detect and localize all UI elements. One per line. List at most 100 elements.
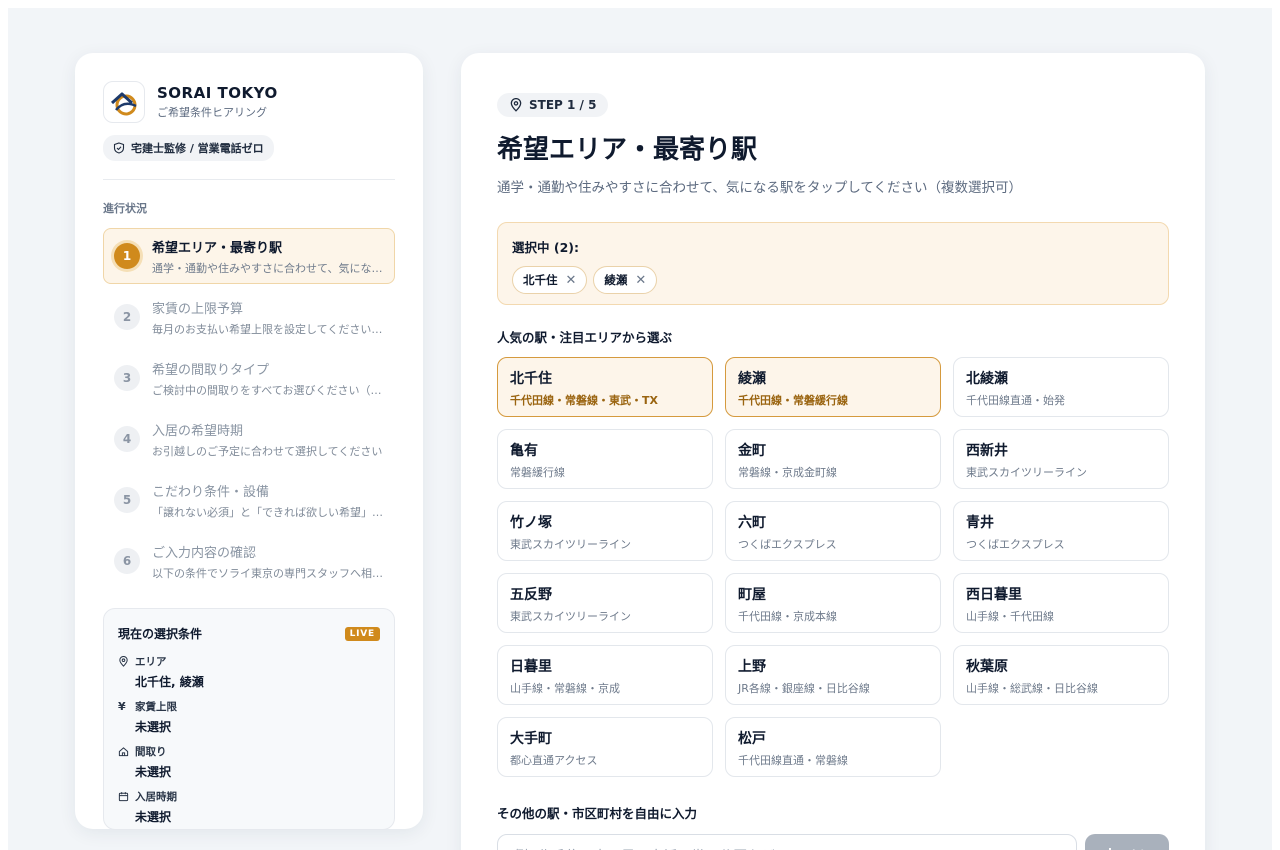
station-lines: 東武スカイツリーライン [510, 538, 631, 551]
station-name: 西日暮里 [966, 587, 1022, 603]
selected-tag: 綾瀬 ✕ [593, 266, 658, 294]
summary-value: 未選択 [135, 810, 172, 824]
logo-icon [103, 81, 145, 123]
close-icon[interactable]: ✕ [566, 274, 577, 287]
station-card[interactable]: 北綾瀬千代田線直通・始発 [953, 357, 1169, 417]
station-card[interactable]: 五反野 東武スカイツリーライン [497, 573, 713, 633]
station-lines: 常磐緩行線 [510, 466, 565, 479]
progress-step-4[interactable]: 4 入居の希望時期お引越しのご予定に合わせて選択してください [103, 411, 395, 467]
station-card[interactable]: 大手町都心直通アクセス [497, 717, 713, 777]
station-name: 亀有 [510, 443, 538, 459]
summary-value: 未選択 [135, 720, 172, 734]
summary-move-in: 入居時期 未選択 [118, 789, 380, 825]
station-lines: つくばエクスプレス [738, 538, 837, 551]
page-subtitle: 通学・通勤や住みやすさに合わせて、気になる駅をタップしてください（複数選択可） [497, 180, 1023, 196]
summary-label: 家賃上限 [135, 701, 177, 713]
station-name: 金町 [738, 443, 766, 459]
step-chip-label: STEP 1 / 5 [529, 98, 597, 112]
station-lines: 千代田線・常磐線・東武・TX [510, 394, 658, 407]
station-card[interactable]: 六町つくばエクスプレス [725, 501, 941, 561]
trust-badge-label: 宅建士監修 / 営業電話ゼロ [131, 142, 264, 155]
step-number: 2 [114, 304, 140, 330]
step-title: 希望エリア・最寄り駅 [152, 240, 283, 256]
add-button[interactable]: ＋追加 [1085, 834, 1169, 850]
free-station-input[interactable] [497, 834, 1077, 850]
step-description: 以下の条件でソライ東京の専門スタッフへ相談します [152, 566, 384, 580]
station-lines: つくばエクスプレス [966, 538, 1065, 551]
station-card[interactable]: 竹ノ塚 東武スカイツリーライン [497, 501, 713, 561]
page-background: SORAI TOKYO ご希望条件ヒアリング 宅建士監修 / 営業電話ゼロ 進行… [8, 8, 1272, 850]
summary-label: 入居時期 [135, 791, 177, 803]
station-card[interactable]: 松戸千代田線直通・常磐線 [725, 717, 941, 777]
step-chip: STEP 1 / 5 [497, 93, 609, 117]
page-title: 希望エリア・最寄り駅 [497, 135, 758, 165]
selected-stations-box: 選択中 (2): 北千住 ✕ 綾瀬 ✕ [497, 222, 1169, 305]
divider [103, 179, 395, 180]
summary-area: エリア 北千住, 綾瀬 [118, 654, 380, 690]
sidebar: SORAI TOKYO ご希望条件ヒアリング 宅建士監修 / 営業電話ゼロ 進行… [75, 53, 423, 830]
summary-label: エリア [135, 656, 167, 668]
station-name: 六町 [738, 515, 766, 531]
station-lines: 山手線・常磐線・京成 [510, 682, 620, 695]
station-card[interactable]: 日暮里山手線・常磐線・京成 [497, 645, 713, 705]
pin-icon [510, 98, 522, 112]
station-lines: 都心直通アクセス [510, 754, 598, 767]
step-number: 5 [114, 487, 140, 513]
step-title: 入居の希望時期 [152, 423, 244, 439]
progress-step-5[interactable]: 5 こだわり条件・設備「譲れない必須」と「できれば欲しい希望」を分けてお選びくだ… [103, 472, 395, 528]
station-card[interactable]: 町屋千代田線・京成本線 [725, 573, 941, 633]
station-name: 大手町 [510, 731, 552, 747]
station-card[interactable]: 秋葉原 山手線・総武線・日比谷線 [953, 645, 1169, 705]
summary-title: 現在の選択条件 [118, 627, 203, 641]
station-name: 青井 [966, 515, 994, 531]
progress-step-6[interactable]: 6 ご入力内容の確認以下の条件でソライ東京の専門スタッフへ相談します [103, 533, 395, 589]
progress-step-3[interactable]: 3 希望の間取りタイプご検討中の間取りをすべてお選びください（複数選択可） [103, 350, 395, 406]
station-lines: 山手線・総武線・日比谷線 [966, 682, 1098, 695]
step-number: 3 [114, 365, 140, 391]
station-name: 綾瀬 [738, 371, 766, 387]
station-card[interactable]: 金町 常磐線・京成金町線 [725, 429, 941, 489]
station-name: 町屋 [738, 587, 766, 603]
station-card[interactable]: 亀有 常磐緩行線 [497, 429, 713, 489]
popular-stations-label: 人気の駅・注目エリアから選ぶ [497, 330, 673, 345]
summary-value: 北千住, 綾瀬 [135, 675, 204, 689]
progress-step-2[interactable]: 2 家賃の上限予算毎月のお支払い希望上限を設定してください（管理費込み） [103, 289, 395, 345]
station-grid: 北千住 千代田線・常磐線・東武・TX 綾瀬 千代田線・常磐緩行線 北綾瀬千代田線直通… [497, 357, 1169, 777]
main-panel: STEP 1 / 5 希望エリア・最寄り駅 通学・通勤や住みやすさに合わせて、気… [461, 53, 1205, 850]
station-lines: 東武スカイツリーライン [510, 610, 631, 623]
progress-step-1[interactable]: 1 希望エリア・最寄り駅通学・通勤や住みやすさに合わせて、気になる駅をタップして… [103, 228, 395, 284]
brand-name: SORAI TOKYO [157, 84, 278, 102]
station-card[interactable]: 綾瀬 千代田線・常磐緩行線 [725, 357, 941, 417]
station-name: 西新井 [966, 443, 1008, 459]
station-card[interactable]: 西日暮里 山手線・千代田線 [953, 573, 1169, 633]
station-name: 松戸 [738, 731, 766, 747]
live-badge: LIVE [344, 626, 380, 641]
step-description: 毎月のお支払い希望上限を設定してください（管理費込み） [152, 322, 384, 336]
tag-label: 北千住 [523, 273, 558, 287]
step-title: 家賃の上限予算 [152, 301, 244, 317]
step-title: 希望の間取りタイプ [152, 362, 270, 378]
station-card[interactable]: 北千住 千代田線・常磐線・東武・TX [497, 357, 713, 417]
station-card[interactable]: 上野 JR各線・銀座線・日比谷線 [725, 645, 941, 705]
step-number: 6 [114, 548, 140, 574]
free-input-label: その他の駅・市区町村を自由に入力 [497, 806, 698, 821]
close-icon[interactable]: ✕ [635, 274, 646, 287]
brand: SORAI TOKYO ご希望条件ヒアリング [103, 81, 395, 123]
step-number: 1 [114, 243, 140, 269]
step-title: ご入力内容の確認 [152, 545, 257, 561]
station-card[interactable]: 西新井東武スカイツリーライン [953, 429, 1169, 489]
station-name: 北綾瀬 [966, 371, 1008, 387]
yen-icon: ¥ [118, 700, 126, 713]
step-description: お引越しのご予定に合わせて選択してください [152, 444, 383, 458]
station-lines: 千代田線直通・常磐線 [738, 754, 848, 767]
station-card[interactable]: 青井つくばエクスプレス [953, 501, 1169, 561]
brand-subtitle: ご希望条件ヒアリング [157, 106, 267, 119]
station-lines: 千代田線直通・始発 [966, 394, 1065, 407]
step-title: こだわり条件・設備 [152, 484, 270, 500]
station-lines: 東武スカイツリーライン [966, 466, 1087, 479]
tag-label: 綾瀬 [604, 273, 628, 287]
step-number: 4 [114, 426, 140, 452]
station-name: 日暮里 [510, 659, 552, 675]
station-lines: 千代田線・京成本線 [738, 610, 837, 623]
step-description: 通学・通勤や住みやすさに合わせて、気になる駅をタップしてください [152, 261, 384, 275]
